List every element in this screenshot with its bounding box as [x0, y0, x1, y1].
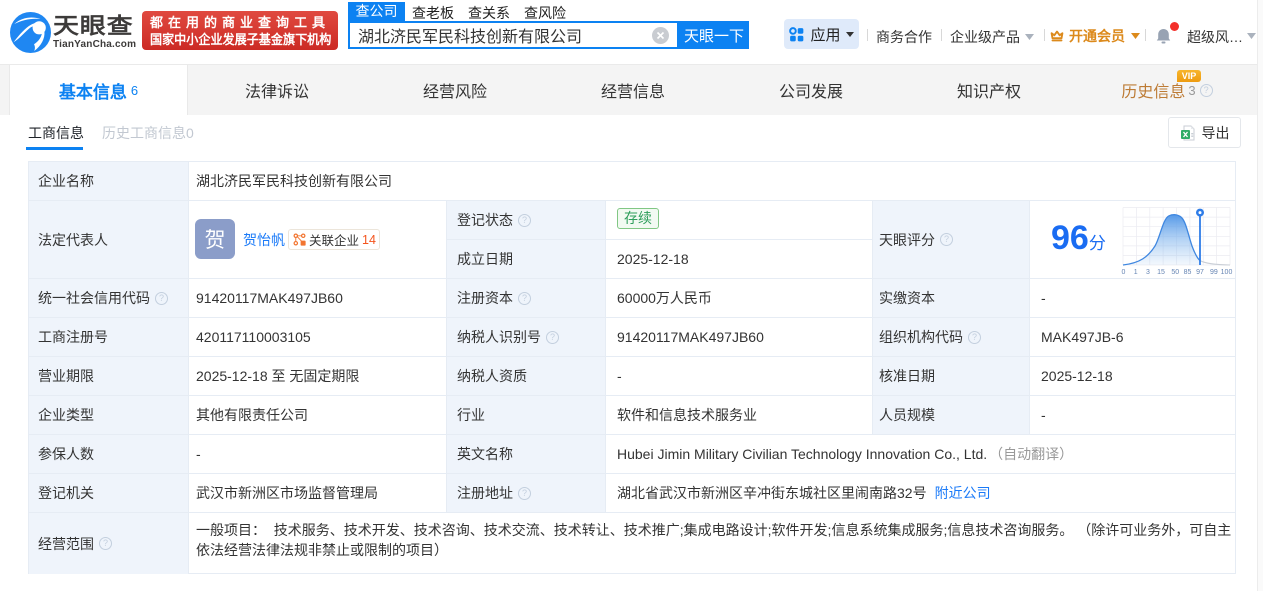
- svg-text:1: 1: [1134, 269, 1138, 276]
- svg-text:85: 85: [1184, 269, 1192, 276]
- svg-text:99: 99: [1210, 269, 1218, 276]
- svg-text:0: 0: [1122, 269, 1126, 276]
- svg-text:3: 3: [1146, 269, 1150, 276]
- svg-text:100: 100: [1221, 269, 1233, 276]
- svg-text:15: 15: [1157, 269, 1165, 276]
- svg-text:97: 97: [1196, 269, 1204, 276]
- svg-text:50: 50: [1171, 269, 1179, 276]
